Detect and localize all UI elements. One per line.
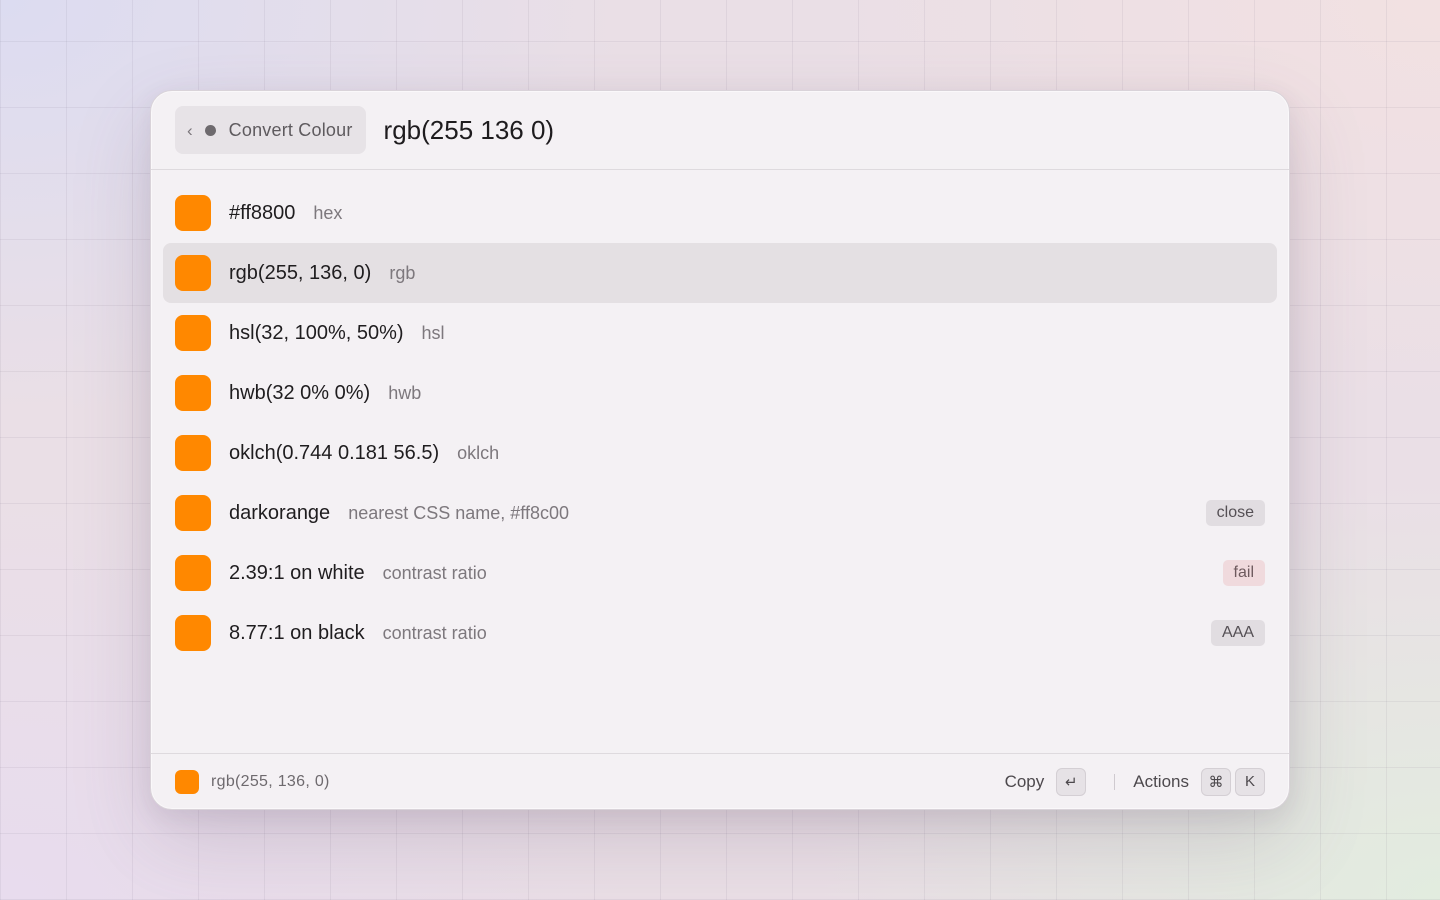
list-item-value: hwb(32 0% 0%) bbox=[229, 381, 371, 404]
color-swatch bbox=[175, 195, 211, 231]
color-swatch bbox=[175, 315, 211, 351]
color-swatch bbox=[175, 255, 211, 291]
color-swatch bbox=[175, 615, 211, 651]
list-item-value: 8.77:1 on black bbox=[229, 621, 365, 644]
search-input[interactable] bbox=[383, 114, 1084, 146]
command-palette-window: ‹ Convert Colour #ff8800 hex rgb(255, 13… bbox=[150, 90, 1290, 810]
list-item-rgb[interactable]: rgb(255, 136, 0) rgb bbox=[163, 243, 1277, 303]
k-key-icon: K bbox=[1235, 767, 1265, 796]
status-badge: fail bbox=[1222, 560, 1265, 586]
list-item-subtitle: contrast ratio bbox=[382, 622, 487, 643]
extension-dot-icon bbox=[204, 124, 216, 136]
footer-divider bbox=[1114, 773, 1116, 790]
copy-label: Copy bbox=[1004, 771, 1045, 791]
list-item-subtitle: oklch bbox=[457, 442, 500, 463]
list-item-subtitle: nearest CSS name, #ff8c00 bbox=[348, 502, 569, 523]
chevron-left-icon: ‹ bbox=[187, 120, 193, 140]
actions-button[interactable]: Actions ⌘ K bbox=[1133, 767, 1265, 796]
list-item-value: hsl(32, 100%, 50%) bbox=[229, 321, 404, 344]
list-item-subtitle: hsl bbox=[421, 322, 445, 343]
results-list: #ff8800 hex rgb(255, 136, 0) rgb hsl(32,… bbox=[151, 170, 1289, 663]
footer-bar: rgb(255, 136, 0) Copy ↵ Actions ⌘ K bbox=[151, 753, 1289, 809]
color-swatch bbox=[175, 435, 211, 471]
back-button[interactable]: ‹ Convert Colour bbox=[175, 106, 366, 154]
color-swatch bbox=[175, 375, 211, 411]
status-badge: AAA bbox=[1210, 620, 1265, 646]
actions-label: Actions bbox=[1133, 771, 1189, 791]
list-item-hsl[interactable]: hsl(32, 100%, 50%) hsl bbox=[163, 303, 1277, 363]
list-item-hex[interactable]: #ff8800 hex bbox=[163, 183, 1277, 243]
list-item-subtitle: contrast ratio bbox=[382, 562, 487, 583]
list-item-hwb[interactable]: hwb(32 0% 0%) hwb bbox=[163, 363, 1277, 423]
list-item-contrast-white[interactable]: 2.39:1 on white contrast ratio fail bbox=[163, 543, 1277, 603]
list-item-value: oklch(0.744 0.181 56.5) bbox=[229, 441, 440, 464]
list-item-contrast-black[interactable]: 8.77:1 on black contrast ratio AAA bbox=[163, 603, 1277, 663]
footer-color-swatch bbox=[175, 769, 199, 794]
copy-button[interactable]: Copy ↵ bbox=[1004, 767, 1087, 796]
color-swatch bbox=[175, 495, 211, 531]
list-item-oklch[interactable]: oklch(0.744 0.181 56.5) oklch bbox=[163, 423, 1277, 483]
list-item-value: #ff8800 bbox=[229, 201, 296, 224]
color-swatch bbox=[175, 555, 211, 591]
list-item-value: darkorange bbox=[229, 501, 331, 524]
list-item-css-name[interactable]: darkorange nearest CSS name, #ff8c00 clo… bbox=[163, 483, 1277, 543]
header: ‹ Convert Colour bbox=[151, 91, 1289, 170]
list-item-subtitle: hex bbox=[313, 202, 343, 223]
footer-selected-value: rgb(255, 136, 0) bbox=[211, 772, 330, 790]
status-badge: close bbox=[1205, 500, 1265, 526]
list-item-value: rgb(255, 136, 0) bbox=[229, 261, 372, 284]
back-button-label: Convert Colour bbox=[228, 119, 353, 140]
command-key-icon: ⌘ bbox=[1201, 767, 1231, 796]
list-item-subtitle: hwb bbox=[388, 382, 422, 403]
list-item-value: 2.39:1 on white bbox=[229, 561, 365, 584]
list-item-subtitle: rgb bbox=[389, 262, 416, 283]
enter-key-icon: ↵ bbox=[1056, 767, 1087, 796]
